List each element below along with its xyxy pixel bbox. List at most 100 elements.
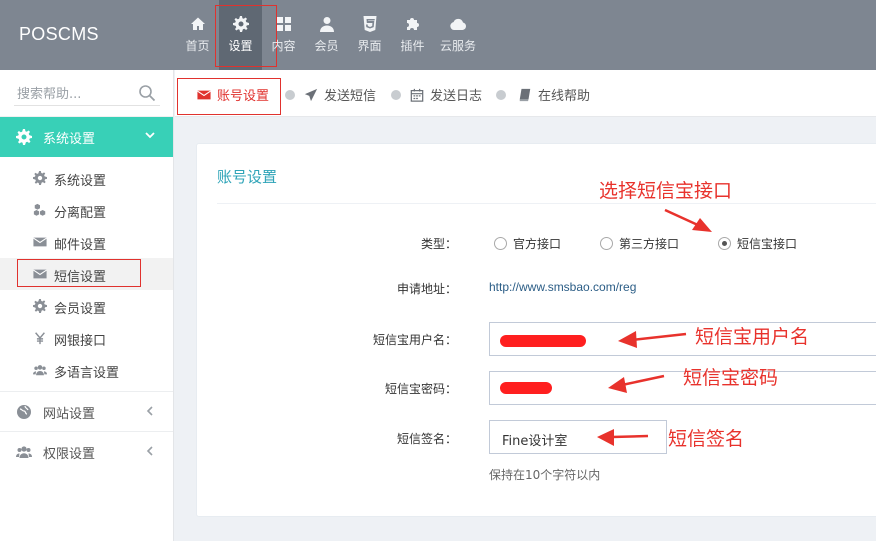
- sidebar-item-label: 短信设置: [54, 270, 107, 285]
- nav-item-interface[interactable]: 界面: [348, 0, 391, 70]
- sidebar: 搜索帮助... 系统设置 系统设置 分离配置 邮件设置 短信设置 会员设置 网银…: [0, 70, 174, 541]
- tab-separator-dot: [285, 90, 295, 100]
- tab-send-log[interactable]: 发送日志: [410, 85, 482, 104]
- signature-hint: 保持在10个字符以内: [489, 468, 601, 482]
- nav-item-settings[interactable]: 设置: [215, 0, 277, 70]
- sidebar-group-system-settings[interactable]: 系统设置: [0, 117, 173, 157]
- radio-third-party-interface[interactable]: 第三方接口: [600, 235, 679, 252]
- envelope-icon: [197, 90, 211, 99]
- sidebar-item-label: 会员设置: [54, 302, 107, 317]
- book-icon: [519, 88, 531, 101]
- gear-icon: [232, 16, 249, 32]
- sidebar-item-language-settings[interactable]: 多语言设置: [0, 354, 173, 386]
- username-label: 短信宝用户名：: [372, 333, 457, 347]
- tab-send-sms[interactable]: 发送短信: [304, 85, 376, 104]
- chevron-left-icon: [146, 406, 153, 416]
- tab-label: 发送日志: [430, 89, 483, 104]
- radio-label: 第三方接口: [619, 237, 680, 251]
- tab-bar: 账号设置 发送短信 发送日志 在线帮助: [175, 70, 876, 117]
- tab-account-settings[interactable]: 账号设置: [197, 85, 269, 104]
- sidebar-item-label: 分离配置: [54, 206, 107, 221]
- gear-icon: [33, 299, 47, 313]
- sidebar-group-permission-settings[interactable]: 权限设置: [0, 432, 173, 472]
- users-icon: [16, 446, 32, 458]
- sidebar-item-label: 网银接口: [54, 334, 107, 349]
- home-icon: [190, 17, 205, 30]
- radio-circle-checked[interactable]: [718, 237, 731, 250]
- sidebar-item-bank-interface[interactable]: 网银接口: [0, 322, 173, 354]
- radio-smsbao-interface[interactable]: 短信宝接口: [718, 235, 797, 252]
- gear-icon: [33, 171, 47, 185]
- cloud-icon: [450, 18, 466, 30]
- chevron-left-icon: [146, 446, 153, 456]
- sidebar-group-label: 权限设置: [43, 447, 96, 462]
- nav-label: 插件: [400, 39, 425, 53]
- top-bar: POSCMS 首页 设置 内容 会员 界面 插件 云服务: [0, 0, 876, 70]
- users-icon: [33, 365, 47, 376]
- username-field[interactable]: [489, 322, 876, 356]
- panel-title: 账号设置: [217, 168, 278, 186]
- top-nav: 首页 设置 内容 会员 界面 插件 云服务: [176, 0, 482, 70]
- yen-icon: [35, 332, 45, 345]
- user-icon: [319, 17, 334, 32]
- panel-divider: [217, 203, 876, 204]
- tab-online-help[interactable]: 在线帮助: [518, 85, 590, 104]
- radio-label: 短信宝接口: [737, 237, 798, 251]
- globe-icon: [17, 405, 31, 419]
- nav-label: 会员: [314, 39, 339, 53]
- nav-label: 首页: [185, 39, 210, 53]
- tab-label: 发送短信: [324, 89, 377, 104]
- sidebar-item-label: 邮件设置: [54, 238, 107, 253]
- radio-circle[interactable]: [600, 237, 613, 250]
- sidebar-item-sms-settings[interactable]: 短信设置: [0, 258, 173, 290]
- tab-label: 在线帮助: [538, 89, 591, 104]
- sidebar-group-site-settings[interactable]: 网站设置: [0, 392, 173, 432]
- nav-item-members[interactable]: 会员: [305, 0, 348, 70]
- nav-label: 设置: [228, 39, 253, 53]
- html5-icon: [363, 16, 376, 32]
- type-label: 类型：: [420, 237, 457, 251]
- annotation-signature: 短信签名: [668, 428, 745, 450]
- radio-label: 官方接口: [513, 237, 562, 251]
- signature-value: Fine设计室: [502, 434, 568, 449]
- tab-separator-dot: [391, 90, 401, 100]
- tab-separator-dot: [496, 90, 506, 100]
- puzzle-icon: [406, 18, 419, 30]
- sidebar-item-system-settings[interactable]: 系统设置: [0, 162, 173, 194]
- search-input[interactable]: 搜索帮助...: [17, 83, 81, 102]
- apply-url-link[interactable]: http://www.smsbao.com/reg: [489, 280, 636, 294]
- signature-field[interactable]: Fine设计室: [489, 420, 667, 454]
- redaction-scribble: [500, 335, 586, 347]
- search-icon[interactable]: [138, 84, 156, 102]
- annotation-password: 短信宝密码: [683, 367, 779, 389]
- annotation-choose-interface: 选择短信宝接口: [599, 180, 733, 202]
- sidebar-item-separation-config[interactable]: 分离配置: [0, 194, 173, 226]
- nav-item-content[interactable]: 内容: [262, 0, 305, 70]
- brand-logo[interactable]: POSCMS: [0, 0, 174, 70]
- nav-item-home[interactable]: 首页: [176, 0, 219, 70]
- nav-item-cloud[interactable]: 云服务: [434, 0, 482, 70]
- nav-label: 界面: [357, 39, 382, 53]
- grid-icon: [276, 17, 291, 31]
- redaction-scribble: [500, 382, 552, 394]
- sidebar-group-label: 系统设置: [43, 132, 96, 147]
- sidebar-item-label: 多语言设置: [54, 366, 120, 381]
- sidebar-search[interactable]: 搜索帮助...: [0, 70, 173, 117]
- password-label: 短信宝密码：: [384, 382, 457, 396]
- chevron-down-icon: [145, 132, 155, 139]
- signature-label: 短信签名：: [396, 432, 457, 446]
- sidebar-item-member-settings[interactable]: 会员设置: [0, 290, 173, 322]
- calendar-icon: [410, 88, 424, 102]
- cubes-icon: [33, 203, 46, 216]
- nav-item-plugins[interactable]: 插件: [391, 0, 434, 70]
- gear-icon: [16, 129, 32, 145]
- sidebar-item-email-settings[interactable]: 邮件设置: [0, 226, 173, 258]
- radio-official-interface[interactable]: 官方接口: [494, 235, 561, 252]
- sidebar-submenu: 系统设置 分离配置 邮件设置 短信设置 会员设置 网银接口 多语言设置: [0, 157, 173, 392]
- radio-circle[interactable]: [494, 237, 507, 250]
- nav-label: 云服务: [439, 39, 476, 53]
- envelope-icon: [33, 237, 47, 247]
- apply-url-label: 申请地址：: [396, 282, 457, 296]
- search-underline: [14, 105, 160, 106]
- sidebar-group-label: 网站设置: [43, 407, 96, 422]
